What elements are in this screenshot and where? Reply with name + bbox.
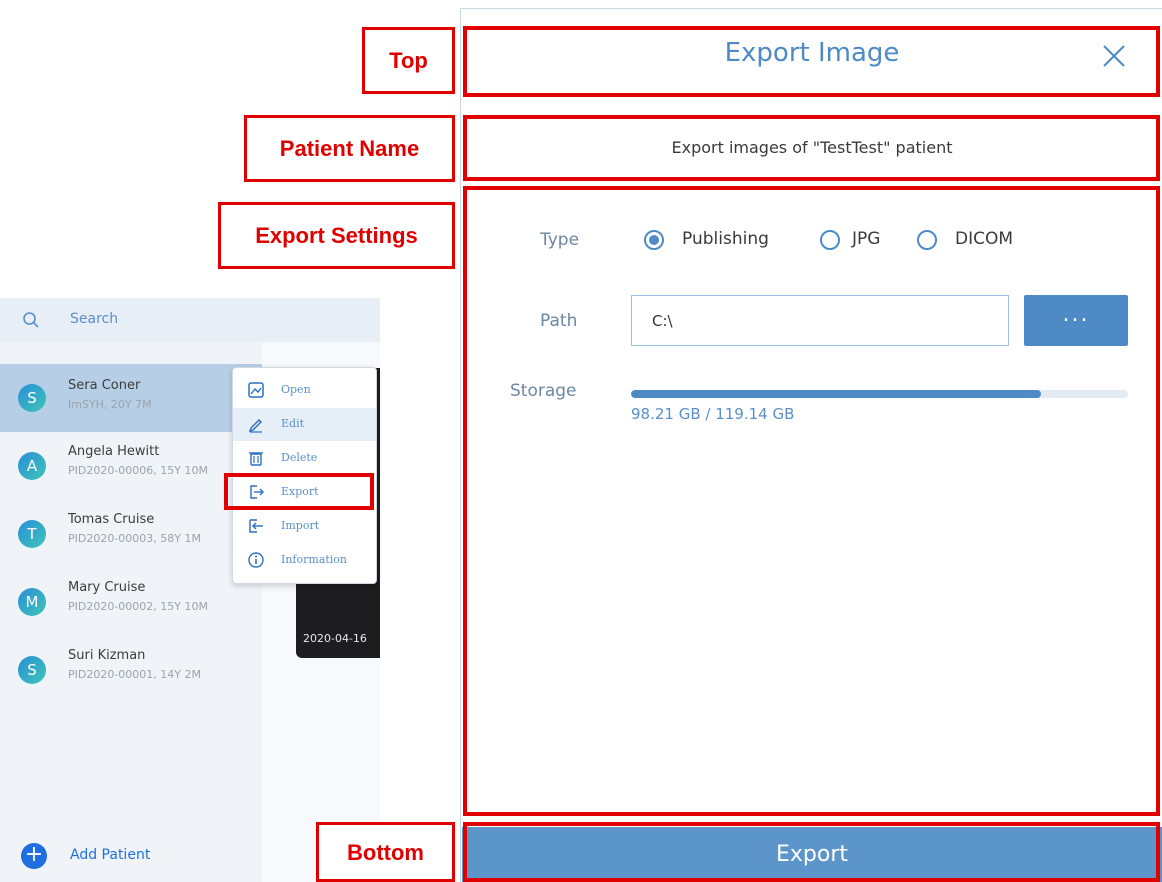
thumbnail-date: 2020-04-16 xyxy=(303,632,367,645)
search-bar[interactable]: Search xyxy=(0,298,380,342)
patient-row[interactable]: T Tomas Cruise PID2020-00003, 58Y 1M xyxy=(0,500,262,568)
avatar: S xyxy=(18,384,46,412)
export-highlight-box xyxy=(224,473,374,510)
search-icon xyxy=(23,312,39,328)
menu-item-import[interactable]: Import xyxy=(233,510,376,543)
menu-label: Edit xyxy=(281,417,305,430)
patient-info: PID2020-00001, 14Y 2M xyxy=(68,668,201,681)
menu-label: Open xyxy=(281,383,311,396)
patient-row[interactable]: S Suri Kizman PID2020-00001, 14Y 2M xyxy=(0,636,262,704)
patient-row[interactable]: A Angela Hewitt PID2020-00006, 15Y 10M xyxy=(0,432,262,500)
add-patient-button[interactable]: Add Patient xyxy=(70,847,150,863)
export-settings-highlight-box xyxy=(463,186,1160,816)
menu-item-information[interactable]: Information xyxy=(233,544,376,577)
menu-label: Delete xyxy=(281,451,318,464)
search-input[interactable]: Search xyxy=(70,311,118,327)
menu-item-open[interactable]: Open xyxy=(233,374,376,407)
patient-info: PID2020-00006, 15Y 10M xyxy=(68,464,208,477)
add-patient-icon[interactable]: + xyxy=(21,843,47,869)
patient-row[interactable]: S Sera Coner ImSYH, 20Y 7M xyxy=(0,364,262,432)
menu-item-delete[interactable]: Delete xyxy=(233,442,376,475)
import-icon xyxy=(249,519,263,533)
patient-info: ImSYH, 20Y 7M xyxy=(68,398,152,411)
patient-name-highlight-box xyxy=(463,115,1160,181)
avatar: S xyxy=(18,656,46,684)
image-icon xyxy=(248,382,264,398)
patient-list: S Sera Coner ImSYH, 20Y 7M A Angela Hewi… xyxy=(0,342,262,882)
menu-label: Information xyxy=(281,553,348,566)
avatar: A xyxy=(18,452,46,480)
pencil-icon xyxy=(248,419,262,433)
menu-label: Import xyxy=(281,519,320,532)
bottom-highlight-box xyxy=(463,822,1160,882)
info-icon xyxy=(248,552,264,568)
annotation-top: Top xyxy=(362,27,455,94)
annotation-patient-name: Patient Name xyxy=(244,115,455,182)
annotation-export-settings: Export Settings xyxy=(218,202,455,269)
patient-name: Suri Kizman xyxy=(68,648,146,663)
trash-icon xyxy=(249,452,263,466)
patient-info: PID2020-00003, 58Y 1M xyxy=(68,532,201,545)
patient-name: Mary Cruise xyxy=(68,580,146,595)
patient-row[interactable]: M Mary Cruise PID2020-00002, 15Y 10M xyxy=(0,568,262,636)
patient-name: Tomas Cruise xyxy=(68,512,155,527)
menu-item-edit[interactable]: Edit xyxy=(233,408,376,441)
annotation-bottom: Bottom xyxy=(316,822,455,882)
avatar: T xyxy=(18,520,46,548)
patient-name: Angela Hewitt xyxy=(68,444,160,459)
avatar: M xyxy=(18,588,46,616)
patient-info: PID2020-00002, 15Y 10M xyxy=(68,600,208,613)
patient-name: Sera Coner xyxy=(68,378,141,393)
top-highlight-box xyxy=(463,26,1160,97)
